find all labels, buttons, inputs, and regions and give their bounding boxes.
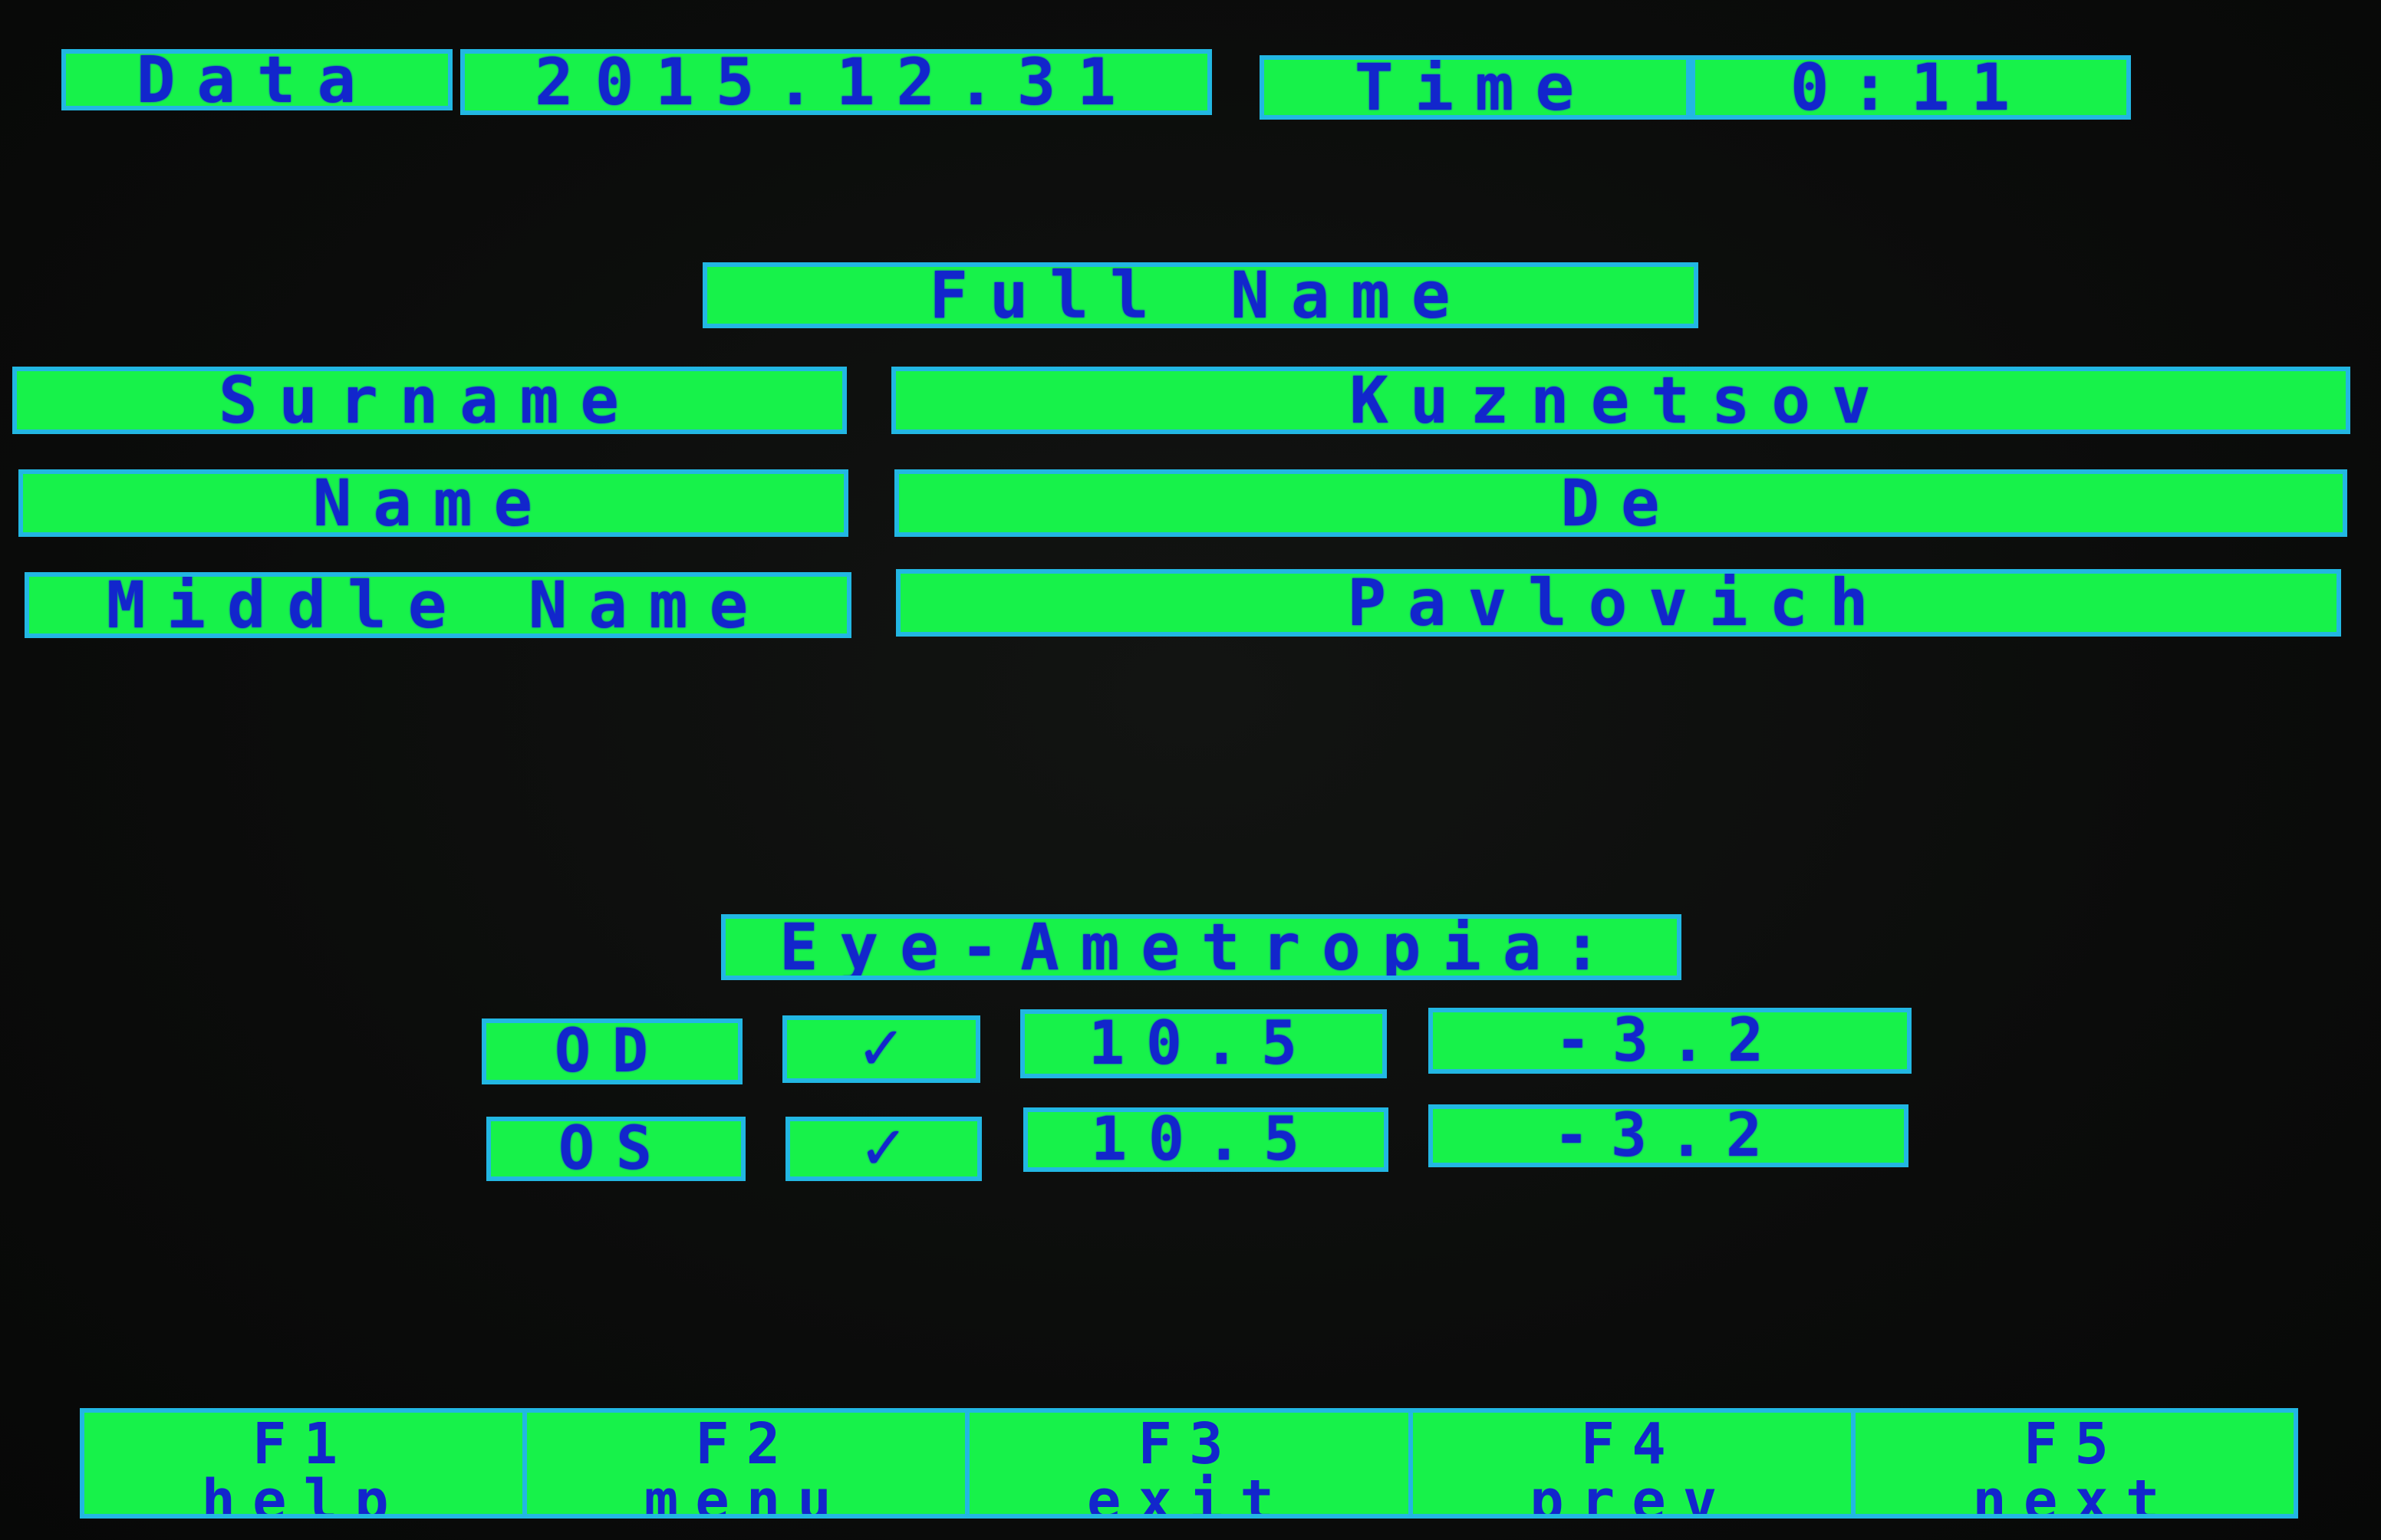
f5-action-label: next	[1972, 1468, 2177, 1514]
f3-key-label: F3	[1138, 1413, 1240, 1477]
eye-os-check[interactable]: ✓	[785, 1117, 982, 1181]
eye-od-value1[interactable]: 10.5	[1020, 1009, 1387, 1078]
middle-name-field[interactable]: Pavlovich	[896, 569, 2341, 637]
terminal-screen: Data 2015.12.31 Time 0:11 Full Name Surn…	[0, 0, 2381, 1540]
time-label: Time	[1260, 55, 1691, 120]
f1-help-key[interactable]: F1 help	[84, 1413, 528, 1514]
ametropia-title: Eye-Ametropia:	[721, 914, 1681, 980]
f1-action-label: help	[201, 1468, 406, 1514]
eye-od-value2[interactable]: -3.2	[1428, 1008, 1912, 1074]
eye-os-value1[interactable]: 10.5	[1023, 1107, 1388, 1172]
f4-action-label: prev	[1530, 1468, 1734, 1514]
eye-od-label: OD	[482, 1018, 743, 1084]
f5-key-label: F5	[2023, 1413, 2126, 1477]
f2-menu-key[interactable]: F2 menu	[527, 1413, 970, 1514]
check-icon: ✓	[858, 1117, 909, 1181]
check-icon: ✓	[856, 1015, 907, 1083]
eye-od-check[interactable]: ✓	[782, 1015, 980, 1083]
name-field[interactable]: De	[894, 469, 2347, 537]
full-name-title: Full Name	[703, 262, 1698, 328]
date-label: Data	[61, 49, 453, 110]
f5-next-key[interactable]: F5 next	[1856, 1413, 2294, 1514]
surname-label: Surname	[12, 367, 847, 434]
f3-exit-key[interactable]: F3 exit	[970, 1413, 1413, 1514]
date-value: 2015.12.31	[460, 49, 1212, 115]
surname-field[interactable]: Kuznetsov	[891, 367, 2350, 434]
f2-action-label: menu	[644, 1468, 848, 1514]
f1-key-label: F1	[252, 1413, 355, 1477]
function-key-bar: F1 help F2 menu F3 exit F4 prev F5 next	[80, 1408, 2298, 1519]
eye-os-label: OS	[486, 1117, 746, 1181]
middle-name-label: Middle Name	[25, 572, 851, 638]
eye-os-value2[interactable]: -3.2	[1428, 1104, 1908, 1167]
f4-key-label: F4	[1580, 1413, 1683, 1477]
name-label: Name	[18, 469, 848, 537]
f3-action-label: exit	[1086, 1468, 1292, 1514]
f2-key-label: F2	[695, 1413, 798, 1477]
time-value: 0:11	[1691, 55, 2131, 120]
f4-prev-key[interactable]: F4 prev	[1413, 1413, 1856, 1514]
